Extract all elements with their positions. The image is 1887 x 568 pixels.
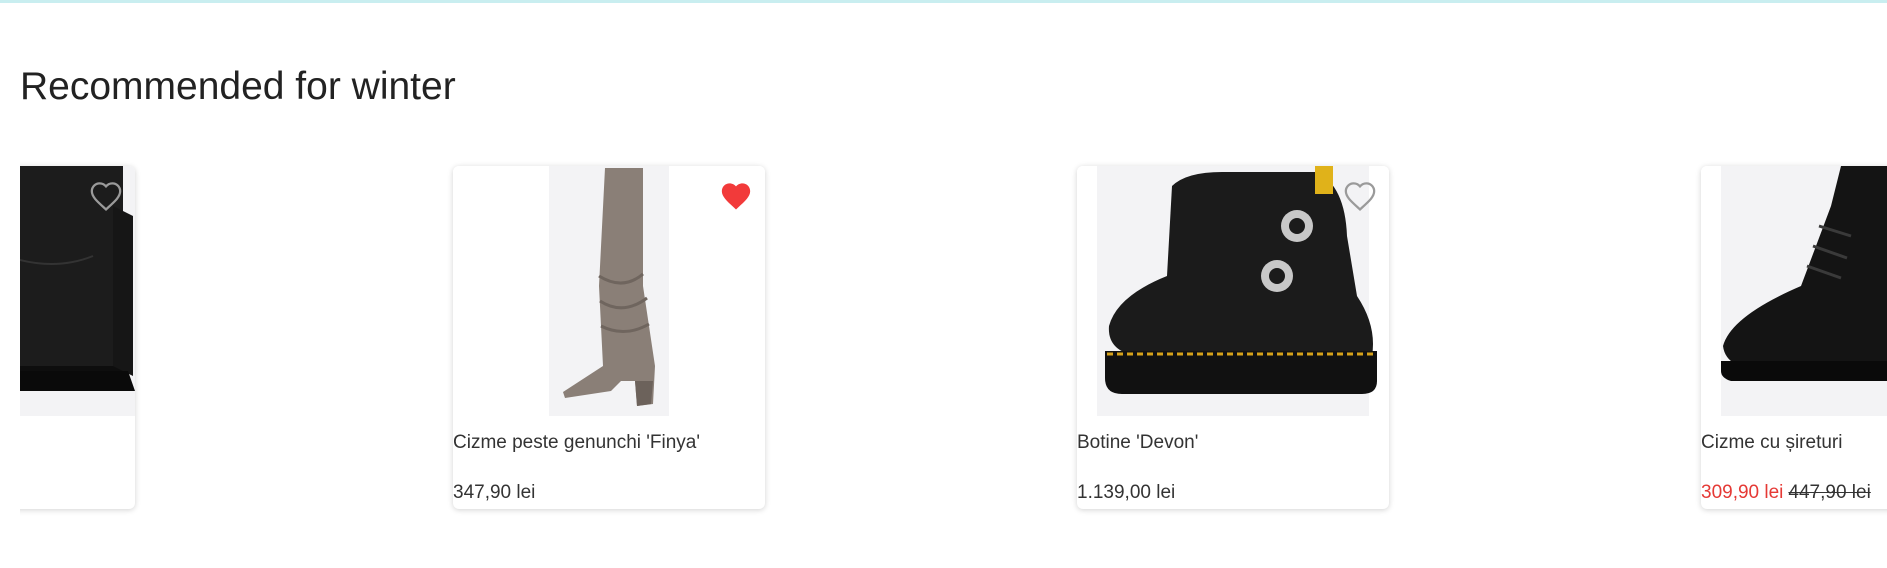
favorite-button[interactable]	[89, 180, 123, 212]
original-price: 447,90 lei	[1788, 482, 1871, 503]
product-name[interactable]: Cizme peste genunchi 'Finya'	[453, 432, 763, 454]
product-carousel[interactable]: Cizme peste genunchi 'Finya' 347,90 lei	[20, 150, 1887, 540]
product-price: 1.139,00 lei	[1077, 482, 1176, 503]
product-name[interactable]: Botine 'Devon'	[1077, 432, 1387, 454]
heart-outline-icon	[1344, 182, 1376, 212]
product-name[interactable]: Cizme cu șireturi	[1701, 432, 1887, 454]
product-price: 309,90 lei 447,90 lei	[1701, 482, 1871, 504]
section-title: Recommended for winter	[20, 65, 456, 108]
product-card[interactable]: Cizme peste genunchi 'Finya' 347,90 lei	[453, 166, 765, 509]
product-image[interactable]	[1701, 166, 1887, 416]
product-card[interactable]	[20, 166, 135, 509]
heart-filled-icon	[721, 183, 751, 210]
product-price: 347,90 lei	[453, 482, 536, 503]
favorite-button[interactable]	[1343, 180, 1377, 212]
product-card[interactable]: Botine 'Devon' 1.139,00 lei	[1077, 166, 1389, 509]
top-divider	[0, 0, 1887, 3]
product-card[interactable]: Cizme cu șireturi 309,90 lei 447,90 lei	[1701, 166, 1887, 509]
favorite-button[interactable]	[719, 180, 753, 212]
sale-price: 309,90 lei	[1701, 482, 1784, 503]
heart-outline-icon	[90, 182, 122, 212]
